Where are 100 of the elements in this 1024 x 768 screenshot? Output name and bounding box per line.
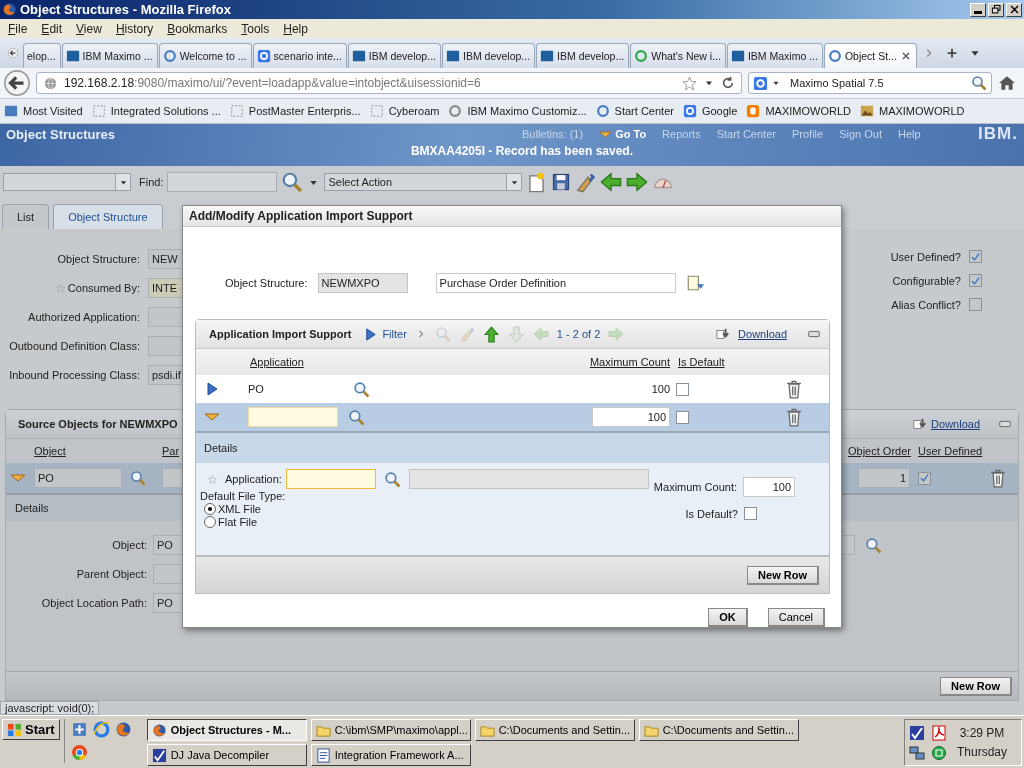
- row-toggle-icon[interactable]: [204, 381, 220, 397]
- browser-tab[interactable]: IBM Maximo ...: [61, 43, 158, 68]
- back-button-icon[interactable]: [4, 70, 30, 96]
- taskbar-button[interactable]: C:\ibm\SMP\maximo\appl...: [310, 719, 471, 741]
- bookmark-link[interactable]: MAXIMOWORLD: [859, 104, 965, 118]
- radio-option[interactable]: Flat File: [200, 516, 649, 528]
- bookmark-link[interactable]: IBM Maximo Customiz...: [448, 104, 587, 118]
- menu-item[interactable]: Tools: [235, 21, 278, 36]
- search-icon[interactable]: [281, 171, 304, 193]
- delete-icon[interactable]: [988, 468, 1008, 488]
- quick-launch-icon[interactable]: [114, 721, 132, 738]
- search-icon[interactable]: [383, 470, 401, 488]
- scroll-left-icon[interactable]: [8, 48, 18, 58]
- bookmark-link[interactable]: Google: [682, 104, 738, 118]
- app-tab[interactable]: List: [2, 204, 50, 229]
- tray-icon[interactable]: [930, 744, 947, 761]
- browser-tab[interactable]: Object St...: [823, 43, 917, 68]
- home-icon[interactable]: [998, 74, 1016, 92]
- clear-icon[interactable]: [575, 171, 597, 193]
- description-field[interactable]: Purchase Order Definition: [435, 273, 676, 294]
- checkbox[interactable]: [969, 298, 982, 311]
- tray-icon[interactable]: [908, 724, 925, 741]
- menu-item[interactable]: Help: [277, 21, 316, 36]
- checkbox[interactable]: [969, 250, 982, 263]
- bookmark-link[interactable]: MAXIMOWORLD: [746, 104, 851, 118]
- up-arrow-icon[interactable]: [482, 325, 500, 343]
- column-header[interactable]: Object Order: [844, 445, 914, 457]
- action-select[interactable]: Select Action: [324, 173, 523, 191]
- taskbar-button[interactable]: Object Structures - M...: [146, 719, 307, 741]
- search-field[interactable]: Maximo Spatial 7.5: [748, 72, 992, 94]
- search-icon[interactable]: [353, 380, 370, 398]
- column-header[interactable]: Object: [30, 445, 158, 457]
- table-row[interactable]: 100: [196, 403, 829, 431]
- checkbox[interactable]: [676, 382, 689, 396]
- input-field[interactable]: [248, 407, 338, 427]
- menu-item[interactable]: Edit: [35, 21, 71, 36]
- bookmark-link[interactable]: Cyberoam: [369, 104, 440, 118]
- browser-tab[interactable]: elop...: [23, 43, 61, 68]
- input-field[interactable]: NEWMXPO: [317, 273, 408, 294]
- long-description-icon[interactable]: [685, 274, 704, 293]
- close-button[interactable]: [1006, 2, 1022, 17]
- column-header[interactable]: Application: [246, 356, 498, 368]
- input-field[interactable]: [285, 469, 376, 489]
- bookmark-star-icon[interactable]: [682, 75, 697, 91]
- checkbox[interactable]: [676, 410, 689, 424]
- menu-item[interactable]: Bookmarks: [161, 21, 236, 36]
- next-icon[interactable]: [626, 171, 649, 193]
- search-icon[interactable]: [865, 536, 882, 554]
- column-header[interactable]: Is Default: [674, 356, 780, 368]
- address-field[interactable]: 192.168.2.18:9080/maximo/ui/?event=loadapp&value=intobject&uisessionid=6: [36, 72, 742, 94]
- browser-tab[interactable]: Welcome to ...: [158, 43, 252, 68]
- search-icon[interactable]: [348, 408, 365, 426]
- description-field[interactable]: [408, 469, 649, 489]
- download-link[interactable]: Download: [738, 328, 787, 340]
- network-icon[interactable]: [908, 744, 925, 761]
- menu-item[interactable]: File: [2, 21, 36, 36]
- taskbar-button[interactable]: Integration Framework A...: [310, 744, 471, 766]
- dialog-button[interactable]: OK: [708, 608, 748, 627]
- new-row-button[interactable]: New Row: [940, 676, 1012, 696]
- delete-icon[interactable]: [784, 379, 804, 399]
- browser-tab[interactable]: IBM develop...: [347, 43, 441, 68]
- filter-button[interactable]: Filter: [363, 326, 407, 342]
- download-icon[interactable]: [913, 417, 928, 431]
- download-link[interactable]: Download: [931, 418, 980, 430]
- start-button[interactable]: Start: [2, 719, 60, 740]
- column-header[interactable]: User Defined: [914, 445, 988, 457]
- checkbox[interactable]: [969, 274, 982, 287]
- input-field[interactable]: 100: [592, 407, 670, 427]
- minimize-button[interactable]: [970, 2, 986, 17]
- browser-tab[interactable]: What's New i...: [630, 43, 726, 68]
- quick-launch-icon[interactable]: [70, 721, 88, 738]
- browser-tab[interactable]: scenario inte...: [252, 43, 347, 68]
- bookmark-link[interactable]: Start Center: [595, 104, 674, 118]
- input-field[interactable]: 1: [858, 468, 910, 488]
- header-link[interactable]: Go To: [599, 127, 647, 141]
- previous-icon[interactable]: [600, 171, 623, 193]
- taskbar-button[interactable]: C:\Documents and Settin...: [474, 719, 635, 741]
- checkbox[interactable]: [744, 507, 757, 520]
- input-field[interactable]: 100: [743, 477, 795, 497]
- taskbar-button[interactable]: C:\Documents and Settin...: [638, 719, 799, 741]
- checkbox[interactable]: [918, 471, 931, 485]
- restore-button[interactable]: [988, 2, 1004, 17]
- input-field[interactable]: PO: [34, 468, 122, 488]
- bookmark-link[interactable]: Most Visited: [4, 104, 83, 118]
- search-icon[interactable]: [130, 470, 146, 486]
- browser-tab[interactable]: IBM develop...: [441, 43, 536, 68]
- dialog-button[interactable]: Cancel: [767, 608, 825, 627]
- quick-launch-icon[interactable]: [70, 744, 88, 761]
- bookmark-link[interactable]: PostMaster Enterpris...: [229, 104, 361, 118]
- menu-item[interactable]: History: [109, 21, 162, 36]
- browser-tab[interactable]: IBM develop...: [536, 43, 630, 68]
- browser-tab[interactable]: IBM Maximo ...: [726, 43, 823, 68]
- bookmark-link[interactable]: Integrated Solutions ...: [91, 104, 221, 118]
- tray-icon[interactable]: [930, 724, 947, 741]
- download-icon[interactable]: [716, 327, 731, 341]
- taskbar-button[interactable]: DJ Java Decompiler: [146, 744, 307, 766]
- save-icon[interactable]: [551, 172, 572, 192]
- reload-icon[interactable]: [721, 76, 735, 90]
- delete-icon[interactable]: [784, 407, 804, 427]
- quick-launch-icon[interactable]: [92, 721, 110, 738]
